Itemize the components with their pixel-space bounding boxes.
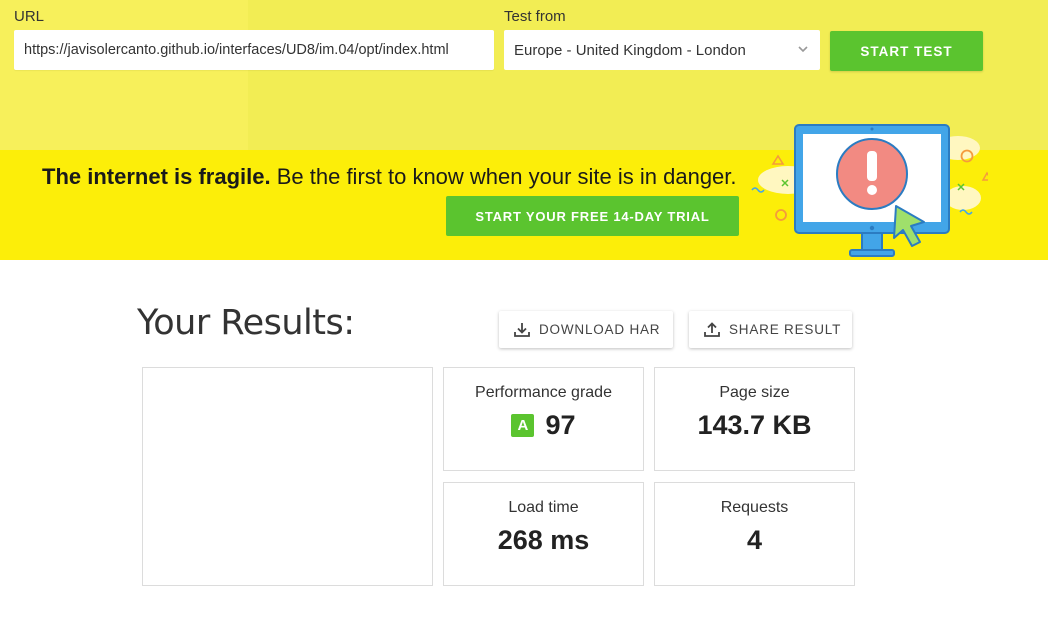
free-trial-button[interactable]: START YOUR FREE 14-DAY TRIAL xyxy=(446,196,739,236)
requests-card: Requests 4 xyxy=(654,482,855,586)
performance-grade-label: Performance grade xyxy=(475,384,612,401)
test-from-label: Test from xyxy=(504,8,566,25)
page-size-value: 143.7 KB xyxy=(697,410,812,440)
page-screenshot-thumbnail xyxy=(142,367,433,586)
banner-headline-rest: Be the first to know when your site is i… xyxy=(270,164,737,189)
page-size-card: Page size 143.7 KB xyxy=(654,367,855,471)
load-time-card: Load time 268 ms xyxy=(443,482,644,586)
chevron-down-icon xyxy=(798,46,808,53)
download-har-button[interactable]: DOWNLOAD HAR xyxy=(499,311,673,348)
requests-value: 4 xyxy=(746,525,763,555)
url-label: URL xyxy=(14,8,45,25)
monitor-alert-icon xyxy=(751,124,988,257)
performance-grade-card: Performance grade A 97 xyxy=(443,367,644,471)
load-time-value: 268 ms xyxy=(497,525,590,555)
url-input[interactable] xyxy=(14,30,494,70)
performance-score: 97 xyxy=(545,410,576,440)
download-har-label: DOWNLOAD HAR xyxy=(539,322,661,337)
start-test-button[interactable]: START TEST xyxy=(830,31,983,71)
download-icon xyxy=(514,322,530,337)
page-size-label: Page size xyxy=(719,384,790,401)
grade-badge: A xyxy=(511,414,535,437)
location-select[interactable]: Europe - United Kingdom - London xyxy=(504,30,820,70)
results-title: Your Results: xyxy=(137,303,355,343)
load-time-label: Load time xyxy=(508,499,579,516)
requests-label: Requests xyxy=(720,499,789,516)
performance-grade-value: A 97 xyxy=(444,410,643,441)
location-select-value: Europe - United Kingdom - London xyxy=(514,41,746,59)
share-result-label: SHARE RESULT xyxy=(729,322,842,337)
banner-headline: The internet is fragile. Be the first to… xyxy=(42,164,737,190)
banner-headline-bold: The internet is fragile. xyxy=(42,164,271,189)
share-result-button[interactable]: SHARE RESULT xyxy=(689,311,852,348)
share-icon xyxy=(704,321,720,337)
